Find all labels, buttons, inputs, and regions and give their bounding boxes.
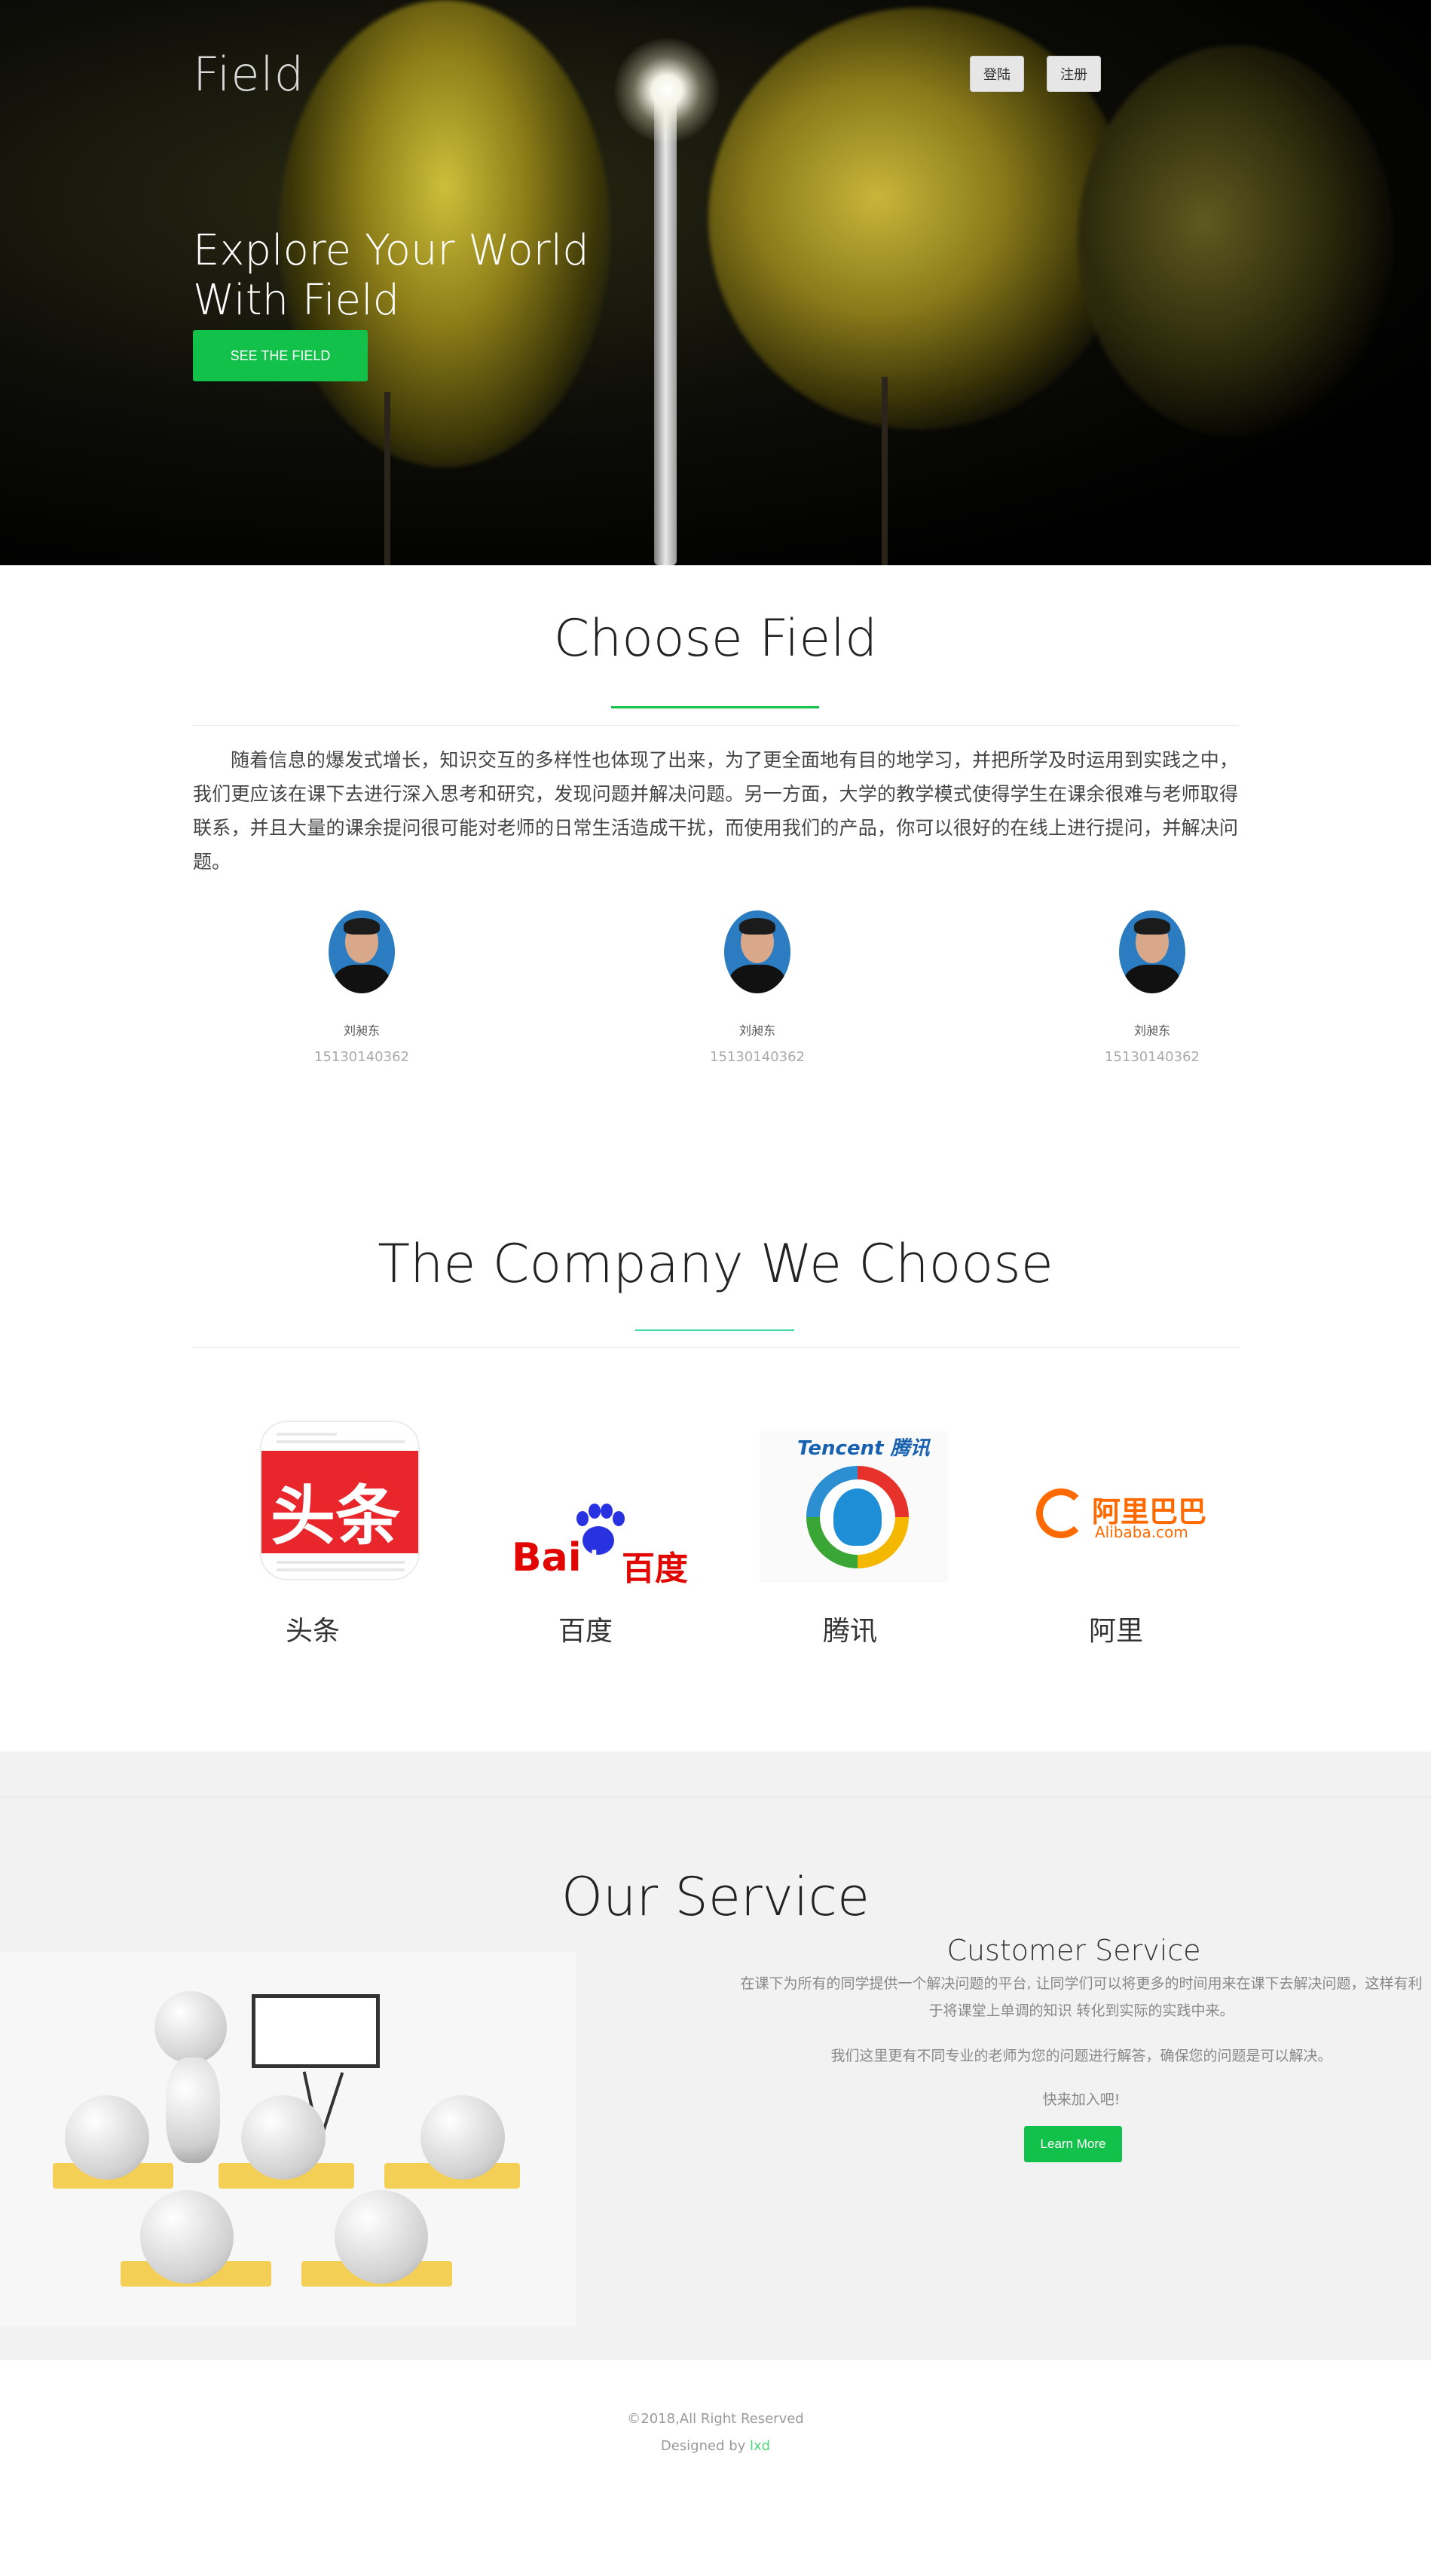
service-paragraph: 我们这里更有不同专业的老师为您的问题进行解答，确保您的问题是可以解决。 [830,2048,1332,2064]
hero-tree-trunk [384,392,390,565]
company-label: 头条 [285,1616,340,1647]
team-member: 刘昶东 15130140362 [644,910,870,1065]
service-subtitle: Customer Service [946,1934,1201,1967]
avatar [329,910,395,993]
brand-logo[interactable]: Field [193,47,304,102]
baidu-logo: Bai du 百度 [503,1421,688,1588]
service-title: Our Service [561,1866,870,1928]
member-name: 刘昶东 [343,1023,380,1038]
service-paragraph: 在课下为所有的同学提供一个解决问题的平台, 让同学们可以将更多的时间用来在课下去… [740,1975,1423,2019]
avatar [724,910,790,993]
title-accent-line [611,706,819,708]
tencent-logo: Tencent 腾讯 [760,1421,948,1586]
hero-tree-image [1078,45,1394,437]
learn-more-button[interactable]: Learn More [1024,2126,1122,2162]
section-divider [193,1347,1238,1348]
hero-title-line2: With Field [193,276,400,325]
hero-tree-trunk [882,377,888,565]
see-the-field-button[interactable]: SEE THE FIELD [193,330,368,381]
classroom-illustration [0,1952,576,2326]
toutiao-logo: 头条 [230,1421,420,1586]
company-label: 腾讯 [822,1616,877,1647]
team-member: 刘昶东 15130140362 [249,910,475,1065]
member-name: 刘昶东 [738,1023,775,1038]
member-id: 15130140362 [1105,1049,1200,1065]
hero-lamp-post [654,90,677,565]
whiteboard-icon [252,1994,380,2068]
member-id: 15130140362 [314,1049,409,1065]
designed-by-text: Designed by lxd [0,2438,1431,2454]
choose-field-intro: 随着信息的爆发式增长，知识交互的多样性也体现了出来，为了更全面地有目的地学习，并… [193,749,1238,873]
team-member: 刘昶东 15130140362 [1039,910,1265,1065]
register-button[interactable]: 注册 [1047,56,1101,92]
company-item-alibaba[interactable]: 阿里巴巴 Alibaba.com 阿里 [1018,1421,1214,1648]
company-label: 百度 [558,1616,613,1647]
designer-link[interactable]: lxd [750,2438,770,2454]
hero-title: Explore Your World With Field [193,226,660,326]
footer: ©2018,All Right Reserved Designed by lxd [0,2360,1431,2576]
avatar [1119,910,1185,993]
company-label: 阿里 [1088,1616,1143,1647]
copyright-text: ©2018,All Right Reserved [627,2411,804,2427]
company-title: The Company We Choose [378,1233,1053,1295]
company-item-baidu[interactable]: Bai du 百度 百度 [488,1421,688,1648]
hero-lamp-light [614,38,720,143]
designed-by-prefix: Designed by [660,2438,751,2454]
service-paragraph: 快来加入吧! [1042,2091,1121,2108]
company-item-tencent[interactable]: Tencent 腾讯 腾讯 [752,1421,948,1648]
company-item-toutiao[interactable]: 头条 头条 [215,1421,420,1648]
choose-field-title: Choose Field [553,609,878,668]
login-button[interactable]: 登陆 [970,56,1024,92]
section-divider [193,725,1238,726]
hero-banner: Field 登陆 注册 Explore Your World With Fiel… [0,0,1431,565]
member-id: 15130140362 [710,1049,805,1065]
member-name: 刘昶东 [1133,1023,1170,1038]
title-accent-line [635,1329,794,1331]
hero-title-line1: Explore Your World [193,226,589,275]
alibaba-logo: 阿里巴巴 Alibaba.com [1033,1421,1206,1586]
